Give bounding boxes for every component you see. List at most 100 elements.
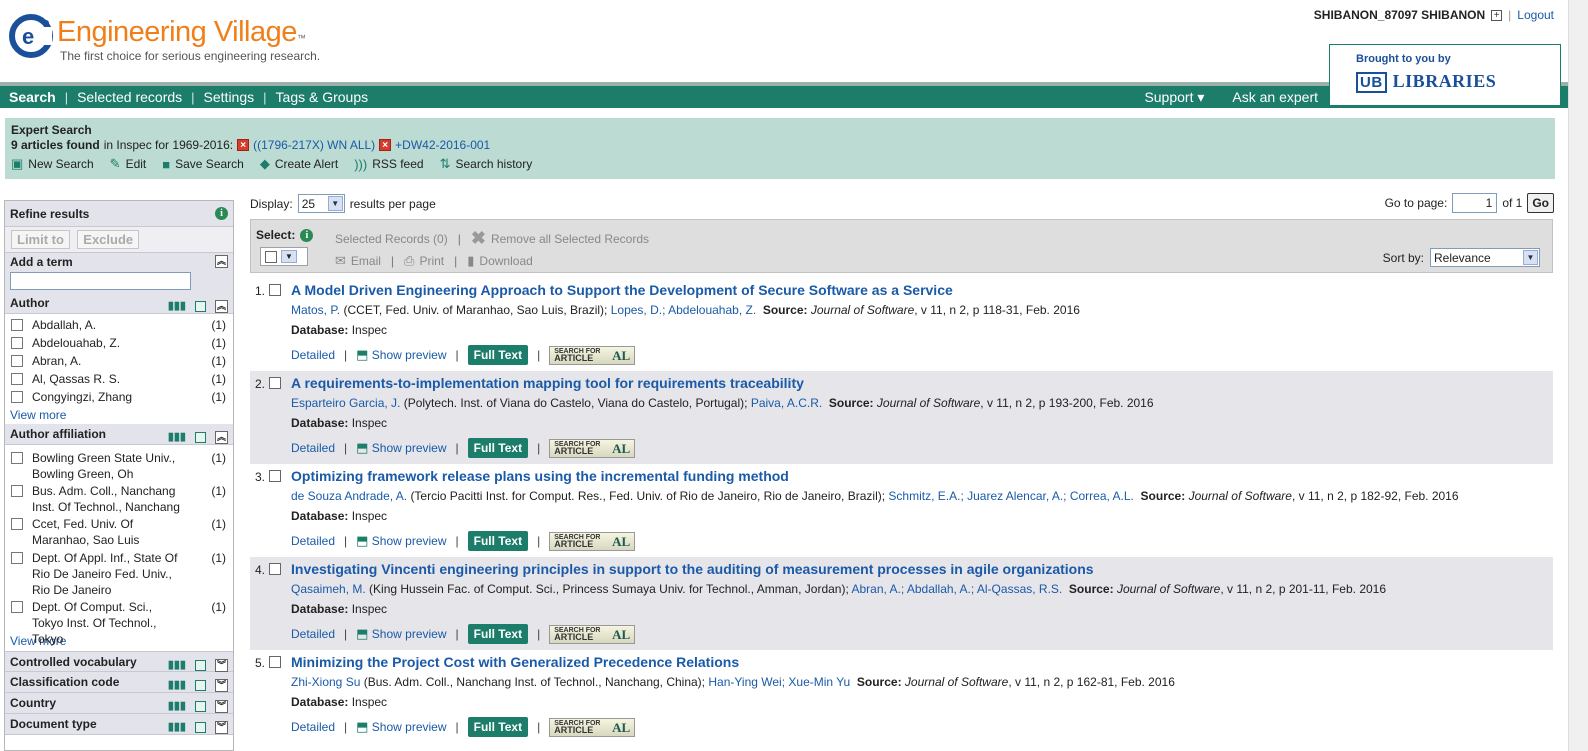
- show-preview-link[interactable]: ⬒ Show preview: [356, 719, 446, 735]
- chevron-down-icon[interactable]: ▼: [281, 250, 297, 263]
- author-facet-item[interactable]: Al, Qassas R. S. (1): [5, 371, 233, 389]
- email-button[interactable]: ✉ Email: [335, 253, 381, 269]
- coauthor-links[interactable]: Han-Ying Wei; Xue-Min Yu: [708, 675, 850, 689]
- checkbox[interactable]: [11, 373, 23, 385]
- result-title-link[interactable]: A Model Driven Engineering Approach to S…: [291, 282, 953, 298]
- document-type-header[interactable]: Document type ▮▮▮ ︾: [5, 714, 233, 735]
- checkbox[interactable]: [11, 337, 23, 349]
- expand-icon[interactable]: ︾: [215, 700, 228, 713]
- author-link[interactable]: de Souza Andrade, A.: [291, 489, 407, 503]
- search-for-article-button[interactable]: SEARCH FOR ARTICLE AL: [549, 345, 636, 365]
- checkbox[interactable]: [11, 355, 23, 367]
- table-icon[interactable]: [195, 680, 206, 691]
- full-text-button[interactable]: Full Text: [467, 717, 529, 737]
- table-icon[interactable]: [195, 301, 206, 312]
- remove-term-icon[interactable]: ×: [237, 139, 250, 151]
- checkbox[interactable]: [11, 485, 23, 497]
- expand-icon[interactable]: ︾: [215, 721, 228, 734]
- full-text-button[interactable]: Full Text: [467, 531, 529, 551]
- chart-icon[interactable]: ▮▮▮: [168, 717, 186, 738]
- country-header[interactable]: Country ▮▮▮ ︾: [5, 693, 233, 714]
- search-for-article-button[interactable]: SEARCH FOR ARTICLE AL: [549, 717, 636, 737]
- show-preview-link[interactable]: ⬒ Show preview: [356, 440, 446, 456]
- chart-icon[interactable]: ▮▮▮: [168, 427, 186, 448]
- info-icon[interactable]: i: [300, 228, 314, 242]
- coauthor-links[interactable]: Paiva, A.C.R.: [751, 396, 822, 410]
- author-facet-item[interactable]: Abdallah, A. (1): [5, 317, 233, 335]
- controlled-vocabulary-header[interactable]: Controlled vocabulary ▮▮▮ ︾: [5, 651, 233, 672]
- sort-select[interactable]: Relevance ▼: [1430, 248, 1540, 267]
- checkbox[interactable]: [11, 391, 23, 403]
- scrollbar[interactable]: [1568, 0, 1588, 751]
- author-facet-item[interactable]: Congyingzi, Zhang (1): [5, 389, 233, 406]
- table-icon[interactable]: [195, 660, 206, 671]
- nav-search[interactable]: Search: [0, 86, 65, 108]
- classification-code-header[interactable]: Classification code ▮▮▮ ︾: [5, 672, 233, 693]
- save-search-button[interactable]: ■ Save Search: [162, 157, 244, 172]
- print-button[interactable]: ⎙ Print: [404, 253, 444, 269]
- expand-icon[interactable]: +: [1491, 9, 1503, 21]
- select-all-dropdown[interactable]: ▼: [260, 247, 308, 266]
- coauthor-links[interactable]: Abran, A.; Abdallah, A.; Al-Qassas, R.S.: [851, 582, 1062, 596]
- add-term-input[interactable]: [10, 272, 191, 290]
- result-checkbox[interactable]: [269, 563, 281, 575]
- author-facet-item[interactable]: Abdelouahab, Z. (1): [5, 335, 233, 353]
- full-text-button[interactable]: Full Text: [467, 624, 529, 644]
- coauthor-links[interactable]: Lopes, D.; Abdelouahab, Z.: [611, 303, 756, 317]
- remove-all-button[interactable]: ✖ Remove all Selected Records: [471, 228, 649, 249]
- rss-feed-button[interactable]: ))) RSS feed: [354, 157, 423, 172]
- limit-to-button[interactable]: Limit to: [11, 230, 70, 249]
- nav-tags-groups[interactable]: Tags & Groups: [267, 86, 378, 108]
- show-preview-link[interactable]: ⬒ Show preview: [356, 626, 446, 642]
- nav-selected-records[interactable]: Selected records: [68, 86, 191, 108]
- table-icon[interactable]: [195, 701, 206, 712]
- checkbox[interactable]: [11, 601, 23, 613]
- expand-icon[interactable]: ︾: [215, 659, 228, 672]
- affiliation-facet-item[interactable]: Ccet, Fed. Univ. Of Maranhao, Sao Luis (1…: [5, 516, 233, 550]
- author-link[interactable]: Zhi-Xiong Su: [291, 675, 360, 689]
- collapse-icon[interactable]: ︽: [215, 255, 228, 268]
- result-title-link[interactable]: Optimizing framework release plans using…: [291, 468, 789, 484]
- info-icon[interactable]: i: [215, 207, 228, 220]
- author-link[interactable]: Esparteiro Garcia, J.: [291, 396, 400, 410]
- results-per-page-select[interactable]: 25 ▼: [297, 194, 345, 213]
- author-facet-item[interactable]: Abran, A. (1): [5, 353, 233, 371]
- coauthor-links[interactable]: Schmitz, E.A.; Juarez Alencar, A.; Corre…: [888, 489, 1133, 503]
- nav-support[interactable]: Support ▾: [1144, 86, 1204, 108]
- search-term-link[interactable]: ((1796-217X) WN ALL): [253, 138, 375, 152]
- full-text-button[interactable]: Full Text: [467, 438, 529, 458]
- detailed-link[interactable]: Detailed: [291, 627, 335, 641]
- result-title-link[interactable]: Minimizing the Project Cost with General…: [291, 654, 739, 670]
- expand-icon[interactable]: ︾: [215, 679, 228, 692]
- show-preview-link[interactable]: ⬒ Show preview: [356, 533, 446, 549]
- table-icon[interactable]: [195, 432, 206, 443]
- checkbox[interactable]: [11, 319, 23, 331]
- result-title-link[interactable]: Investigating Vincenti engineering princ…: [291, 561, 1094, 577]
- search-for-article-button[interactable]: SEARCH FOR ARTICLE AL: [549, 531, 636, 551]
- library-banner[interactable]: Brought to you by UB LIBRARIES: [1329, 44, 1561, 106]
- exclude-button[interactable]: Exclude: [77, 230, 140, 249]
- selected-records-link[interactable]: Selected Records (0): [335, 232, 448, 246]
- result-checkbox[interactable]: [269, 656, 281, 668]
- result-checkbox[interactable]: [269, 377, 281, 389]
- search-history-button[interactable]: ⇅ Search history: [440, 156, 533, 172]
- author-link[interactable]: Qasaimeh, M.: [291, 582, 366, 596]
- result-checkbox[interactable]: [269, 284, 281, 296]
- edit-search-button[interactable]: ✎ Edit: [110, 156, 147, 172]
- create-alert-button[interactable]: ◆ Create Alert: [260, 156, 338, 172]
- chart-icon[interactable]: ▮▮▮: [168, 296, 186, 317]
- collapse-icon[interactable]: ︽: [215, 300, 228, 313]
- collapse-icon[interactable]: ︽: [215, 431, 228, 444]
- detailed-link[interactable]: Detailed: [291, 720, 335, 734]
- select-all-checkbox[interactable]: [265, 250, 277, 263]
- checkbox[interactable]: [11, 452, 23, 464]
- search-for-article-button[interactable]: SEARCH FOR ARTICLE AL: [549, 438, 636, 458]
- page-number-input[interactable]: 1: [1452, 193, 1498, 213]
- table-icon[interactable]: [195, 722, 206, 733]
- download-button[interactable]: ▮ Download: [467, 253, 533, 269]
- detailed-link[interactable]: Detailed: [291, 441, 335, 455]
- search-for-article-button[interactable]: SEARCH FOR ARTICLE AL: [549, 624, 636, 644]
- detailed-link[interactable]: Detailed: [291, 348, 335, 362]
- nav-settings[interactable]: Settings: [195, 86, 264, 108]
- search-term-link[interactable]: +DW42-2016-001: [395, 138, 490, 152]
